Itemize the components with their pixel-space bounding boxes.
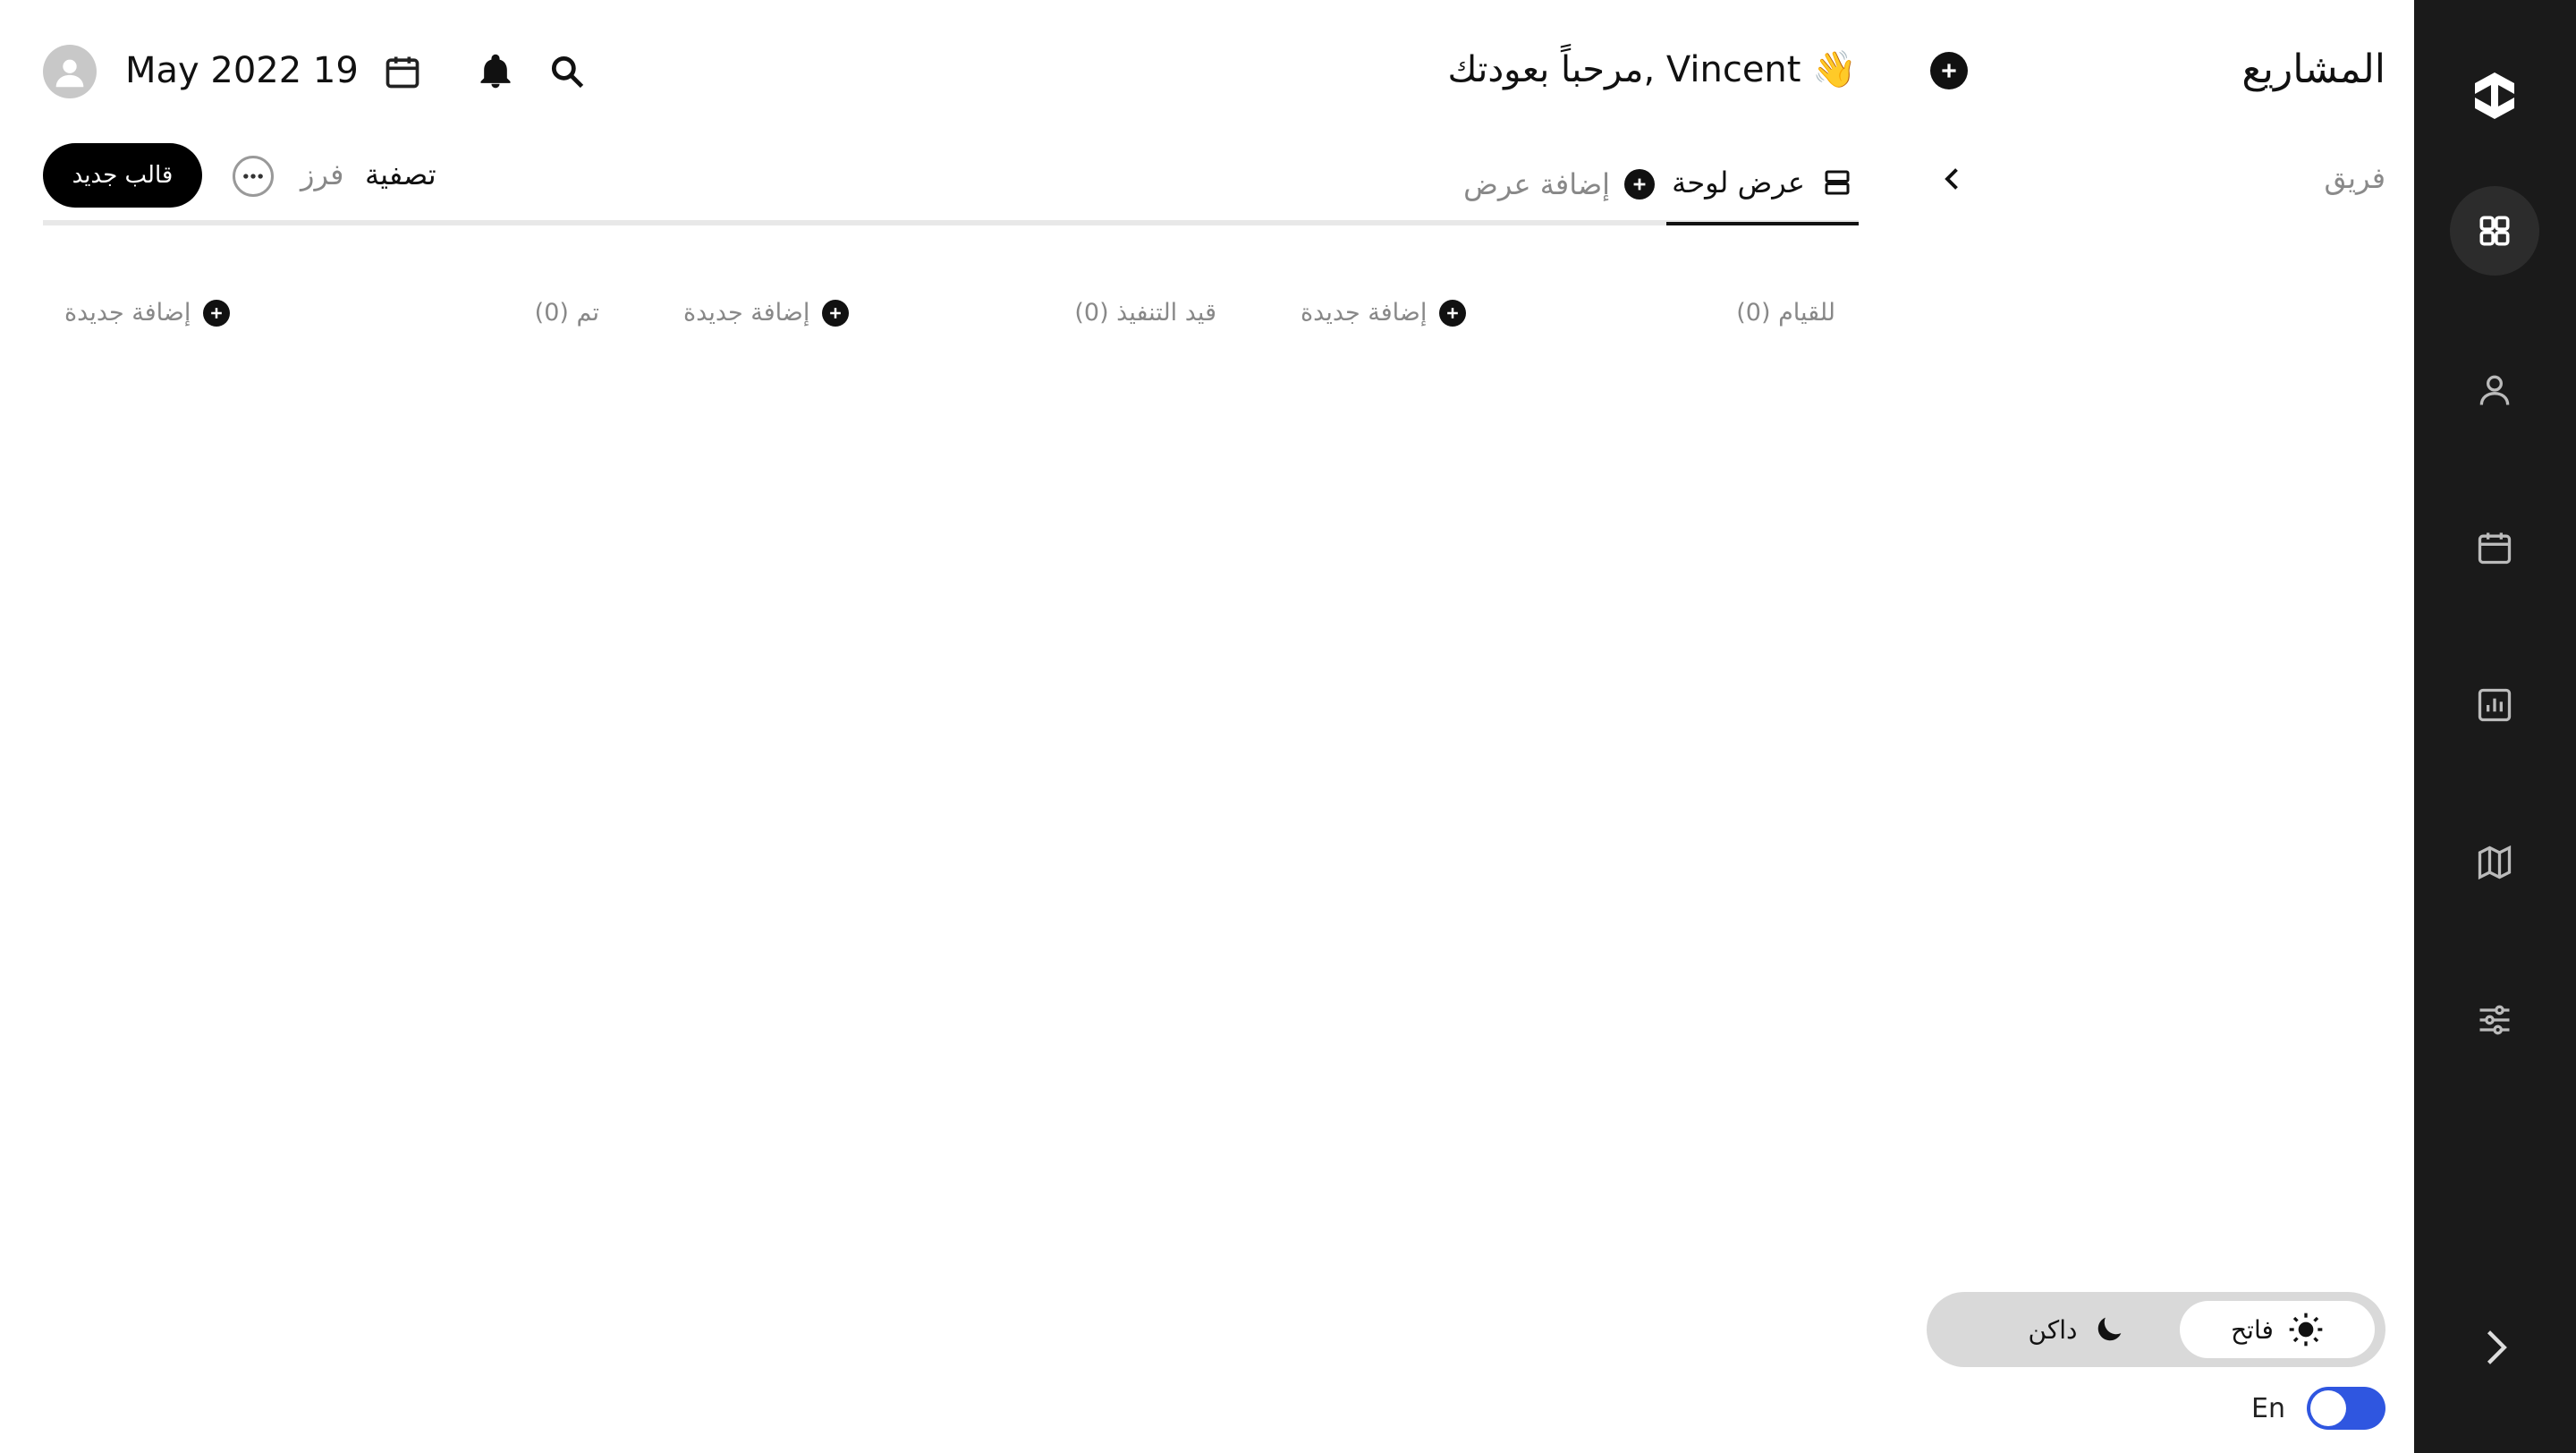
- column-title: قيد التنفيذ (0): [1074, 299, 1216, 327]
- app-root: May 2022 19 مرحباً بعودتك, Vincent 👋 عرض…: [0, 0, 2576, 1453]
- chevron-left-icon[interactable]: [1936, 163, 1969, 195]
- welcome-title: مرحباً بعودتك, Vincent 👋: [1447, 49, 1858, 90]
- grid-icon: [2479, 216, 2510, 246]
- nav-dashboard[interactable]: [2450, 186, 2539, 276]
- current-date: May 2022 19: [125, 50, 359, 91]
- column-in-progress: قيد التنفيذ (0) إضافة جديدة: [635, 295, 1243, 335]
- board-layout-icon: [1825, 170, 1850, 195]
- view-tabs: عرض لوحة إضافة عرض قالب جديد فرز تصفية: [43, 143, 1859, 225]
- moon-icon: [2098, 1317, 2122, 1341]
- sun-icon: [2289, 1313, 2323, 1347]
- new-template-button[interactable]: قالب جديد: [43, 143, 202, 208]
- language-switch: En: [2251, 1387, 2385, 1430]
- add-new-label: إضافة جديدة: [64, 299, 191, 327]
- board-view-label: عرض لوحة: [1672, 166, 1805, 200]
- add-view-label: إضافة عرض: [1463, 167, 1610, 201]
- user-avatar-icon: [55, 59, 84, 88]
- user-icon: [2479, 375, 2510, 405]
- plus-icon: [1942, 64, 1956, 78]
- chevron-right-icon[interactable]: [2471, 1324, 2518, 1371]
- calendar-icon: [2478, 532, 2512, 565]
- add-new-button[interactable]: إضافة جديدة: [683, 299, 850, 327]
- tab-board-view[interactable]: عرض لوحة: [1666, 143, 1859, 225]
- bell-icon[interactable]: [476, 52, 515, 91]
- column-todo: للقيام (0) إضافة جديدة: [1252, 295, 1860, 335]
- plus-circle-icon: [1439, 299, 1467, 327]
- chart-icon: [2478, 688, 2512, 722]
- column-title: تم (0): [534, 299, 599, 327]
- nav-people[interactable]: [2450, 345, 2539, 435]
- more-options-icon[interactable]: [233, 156, 274, 197]
- sort-button[interactable]: فرز: [301, 157, 343, 191]
- theme-dark-option[interactable]: داكن: [1980, 1301, 2175, 1358]
- theme-light-option[interactable]: فاتح: [2180, 1301, 2375, 1358]
- column-done: تم (0) إضافة جديدة: [18, 295, 626, 335]
- nav-map[interactable]: [2450, 818, 2539, 907]
- projects-title: المشاريع: [2241, 47, 2385, 92]
- add-view-button[interactable]: إضافة عرض: [1463, 143, 1655, 225]
- calendar-icon[interactable]: [383, 52, 422, 91]
- avatar[interactable]: [43, 45, 97, 98]
- main-area: May 2022 19 مرحباً بعودتك, Vincent 👋 عرض…: [0, 0, 1887, 1453]
- search-icon[interactable]: [547, 52, 587, 91]
- add-new-button[interactable]: إضافة جديدة: [64, 299, 231, 327]
- team-section-label[interactable]: فريق: [2324, 161, 2385, 195]
- nav-rail: [2414, 0, 2576, 1453]
- filter-button[interactable]: تصفية: [365, 157, 436, 191]
- plus-circle-icon: [203, 299, 231, 327]
- app-logo-icon: [2475, 72, 2514, 119]
- plus-circle-icon: [822, 299, 850, 327]
- map-icon: [2478, 845, 2512, 880]
- language-toggle[interactable]: [2307, 1387, 2385, 1430]
- add-new-label: إضافة جديدة: [1301, 299, 1428, 327]
- toggle-knob: [2310, 1390, 2346, 1426]
- add-project-button[interactable]: [1930, 52, 1968, 89]
- nav-calendar[interactable]: [2450, 503, 2539, 592]
- language-label: En: [2251, 1392, 2285, 1424]
- add-new-button[interactable]: إضافة جديدة: [1301, 299, 1467, 327]
- add-new-label: إضافة جديدة: [683, 299, 810, 327]
- theme-light-label: فاتح: [2231, 1314, 2274, 1345]
- theme-switcher: داكن فاتح: [1927, 1292, 2385, 1367]
- nav-reports[interactable]: [2450, 660, 2539, 750]
- plus-circle-icon: [1624, 169, 1655, 200]
- theme-dark-label: داكن: [2028, 1314, 2078, 1345]
- sliders-icon: [2479, 1005, 2510, 1035]
- nav-settings[interactable]: [2450, 975, 2539, 1065]
- projects-panel: المشاريع فريق داكن فاتح En: [1887, 0, 2414, 1453]
- column-title: للقيام (0): [1736, 299, 1835, 327]
